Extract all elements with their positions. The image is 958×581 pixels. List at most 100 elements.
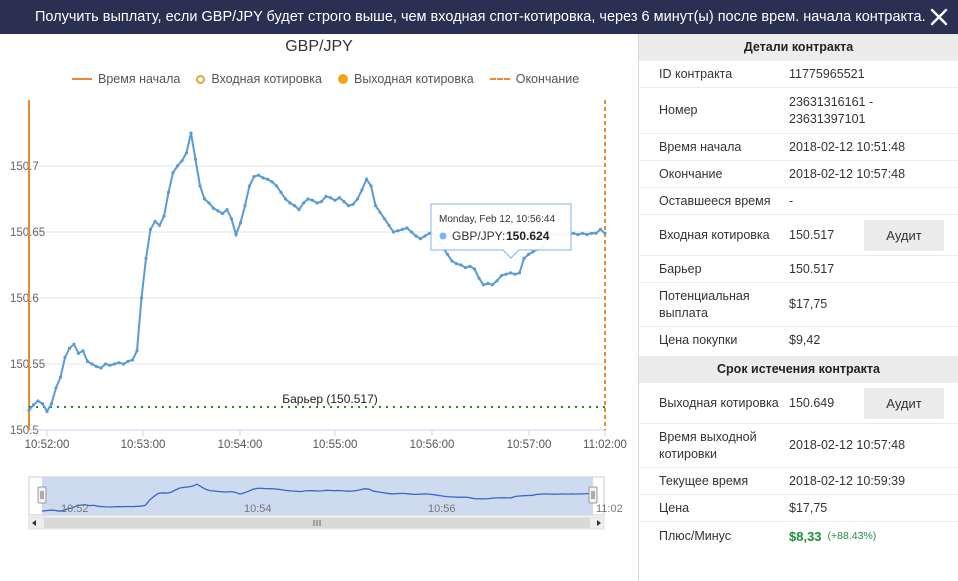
price-point [571,231,576,235]
price-point [112,362,117,366]
price-point [306,197,310,201]
contract-expiry-header: Срок истечения контракта [639,356,958,383]
price-chart[interactable]: 150.5 150.55 150.6 150.65 150.7 10:52:00 10:5… [0,34,638,581]
price-point [184,151,189,155]
price-point [418,237,423,241]
profit-value: $8,33 [789,529,822,544]
tooltip-series-dot [439,232,447,240]
price-point [76,351,81,355]
price-point [216,209,220,213]
x-tick-label: 10:55:00 [313,439,358,451]
row-label: Барьер [659,261,702,276]
price-point [378,210,382,214]
y-tick-label: 150.5 [10,425,39,437]
price-point [355,197,360,201]
row-label: Потенциальная выплата [659,288,750,320]
row-label: Оставшееся время [659,193,771,208]
row-label: Входная котировка [659,227,770,242]
price-point [369,184,373,188]
price-point [580,231,585,235]
row-value: 2018-02-12 10:57:48 [789,438,906,452]
price-point [391,230,396,234]
row-value: 150.517 [789,261,835,276]
price-point [360,188,364,192]
exit-audit-button[interactable]: Аудит [864,387,944,419]
price-point [486,281,490,286]
row-label: Плюс/Минус [659,529,732,543]
navigator-left-handle[interactable] [37,486,47,504]
price-point [477,276,481,280]
price-point [54,386,58,390]
price-point [508,271,513,275]
row-value: $17,75 [789,500,828,515]
row-value: 23631316161 - 23631397101 [789,94,874,126]
price-point [445,252,450,256]
price-point [454,262,459,266]
price-point [468,264,472,268]
price-point [364,177,369,181]
price-point [328,196,333,200]
navigator-selection[interactable] [42,477,593,515]
price-point [238,221,243,225]
row-purchase-price: Цена покупки $9,42 [639,327,958,354]
price-point [387,223,391,227]
y-tick-label: 150.65 [10,227,45,239]
row-end-time: Окончание 2018-02-12 10:57:48 [639,161,958,188]
price-point [202,197,207,201]
row-current-time: Текущее время 2018-02-12 10:59:39 [639,468,958,495]
entry-audit-button[interactable]: Аудит [864,219,944,251]
price-point [324,194,328,198]
row-value: $9,42 [789,333,821,347]
price-point [207,201,211,205]
row-exit-spot: Выходная котировка 150.649 Аудит [639,383,958,424]
navigator-right-handle[interactable] [588,486,598,504]
price-point [121,362,126,366]
price-point [576,233,580,237]
navigator-tick-label: 10:52 [61,503,89,515]
barrier-label: Барьер (150.517) [282,392,378,406]
chart-tooltip: Monday, Feb 12, 10:56:44 GBP/JPY: 150.62… [430,203,572,259]
tooltip-date: Monday, Feb 12, 10:56:44 [439,214,555,225]
contract-info-bar: Получить выплату, если GBP/JPY будет стр… [0,0,958,34]
row-profit-loss: Плюс/Минус $8,33 (+88.43%) [639,522,958,551]
y-tick-label: 150.7 [10,161,39,173]
price-point [261,176,265,180]
row-value: $17,75 [789,297,828,311]
row-exit-spot-time: Время выходной котировки 2018-02-12 10:5… [639,424,958,468]
chart-navigator[interactable]: 10:52 10:54 10:56 11:02 [28,476,623,530]
price-point [463,266,468,270]
price-point [450,259,454,263]
price-point [333,198,337,202]
row-value: 11775965521 [789,66,865,81]
price-point [585,233,589,237]
row-value: 2018-02-12 10:51:48 [789,139,906,154]
price-point [45,409,49,414]
price-point [180,159,184,163]
price-point [472,267,477,271]
x-tick-label: 10:52:00 [25,439,70,451]
row-label: ID контракта [659,66,733,81]
row-barrier: Барьер 150.517 [639,256,958,283]
price-point [256,173,261,177]
y-tick-label: 150.55 [10,359,45,371]
price-point [526,252,531,256]
price-point [157,223,162,227]
price-point [99,366,103,370]
price-point [72,342,76,346]
price-point [243,204,247,208]
price-point [90,362,94,366]
price-point [81,349,85,353]
price-point [373,204,378,208]
price-point [400,227,405,231]
row-label: Время начала [659,139,742,154]
row-start-time: Время начала 2018-02-12 10:51:48 [639,134,958,161]
x-tick-label: 10:53:00 [121,439,166,451]
price-point [504,272,508,276]
price-point [63,355,67,359]
price-point [220,211,225,216]
price-point [315,201,319,205]
close-icon[interactable] [928,6,950,28]
price-point [198,184,202,188]
row-value: 2018-02-12 10:59:39 [789,473,906,488]
row-label: Время выходной котировки [659,429,757,461]
